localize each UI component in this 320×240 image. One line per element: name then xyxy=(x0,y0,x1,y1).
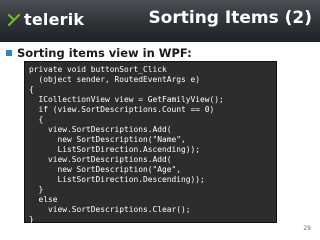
logo-mark-icon xyxy=(7,13,21,27)
bullet-item: Sorting items view in WPF: xyxy=(5,44,192,62)
code-line: } xyxy=(29,215,34,224)
logo-text: telerik xyxy=(24,10,85,29)
code-line: new SortDescription("Name", xyxy=(29,135,186,144)
code-line: } xyxy=(29,185,44,194)
code-line: else xyxy=(29,195,58,204)
bullet-text: Sorting items view in WPF: xyxy=(17,46,192,60)
slide: telerik Sorting Items (2) Sorting items … xyxy=(0,0,320,240)
code-line: ListSortDirection.Descending)); xyxy=(29,175,205,184)
page-number: 29 xyxy=(303,225,311,232)
code-line: view.SortDescriptions.Add( xyxy=(29,125,172,134)
code-line: (object sender, RoutedEventArgs e) xyxy=(29,75,201,84)
square-bullet-icon xyxy=(6,50,12,56)
code-line: { xyxy=(29,115,44,124)
telerik-logo: telerik xyxy=(7,11,84,29)
code-line: { xyxy=(29,85,34,94)
code-line: view.SortDescriptions.Add( xyxy=(29,155,172,164)
code-line: if (view.SortDescriptions.Count == 0) xyxy=(29,105,215,114)
code-block: private void buttonSort_Click (object se… xyxy=(24,61,277,224)
slide-title: Sorting Items (2) xyxy=(148,8,312,28)
code-line: ListSortDirection.Ascending)); xyxy=(29,145,201,154)
header-bar: telerik Sorting Items (2) xyxy=(0,0,320,42)
code-line: new SortDescription("Age", xyxy=(29,165,182,174)
code-line: ICollectionView view = GetFamilyView(); xyxy=(29,95,224,104)
code-line: private void buttonSort_Click xyxy=(29,65,167,74)
code-line: view.SortDescriptions.Clear(); xyxy=(29,205,191,214)
